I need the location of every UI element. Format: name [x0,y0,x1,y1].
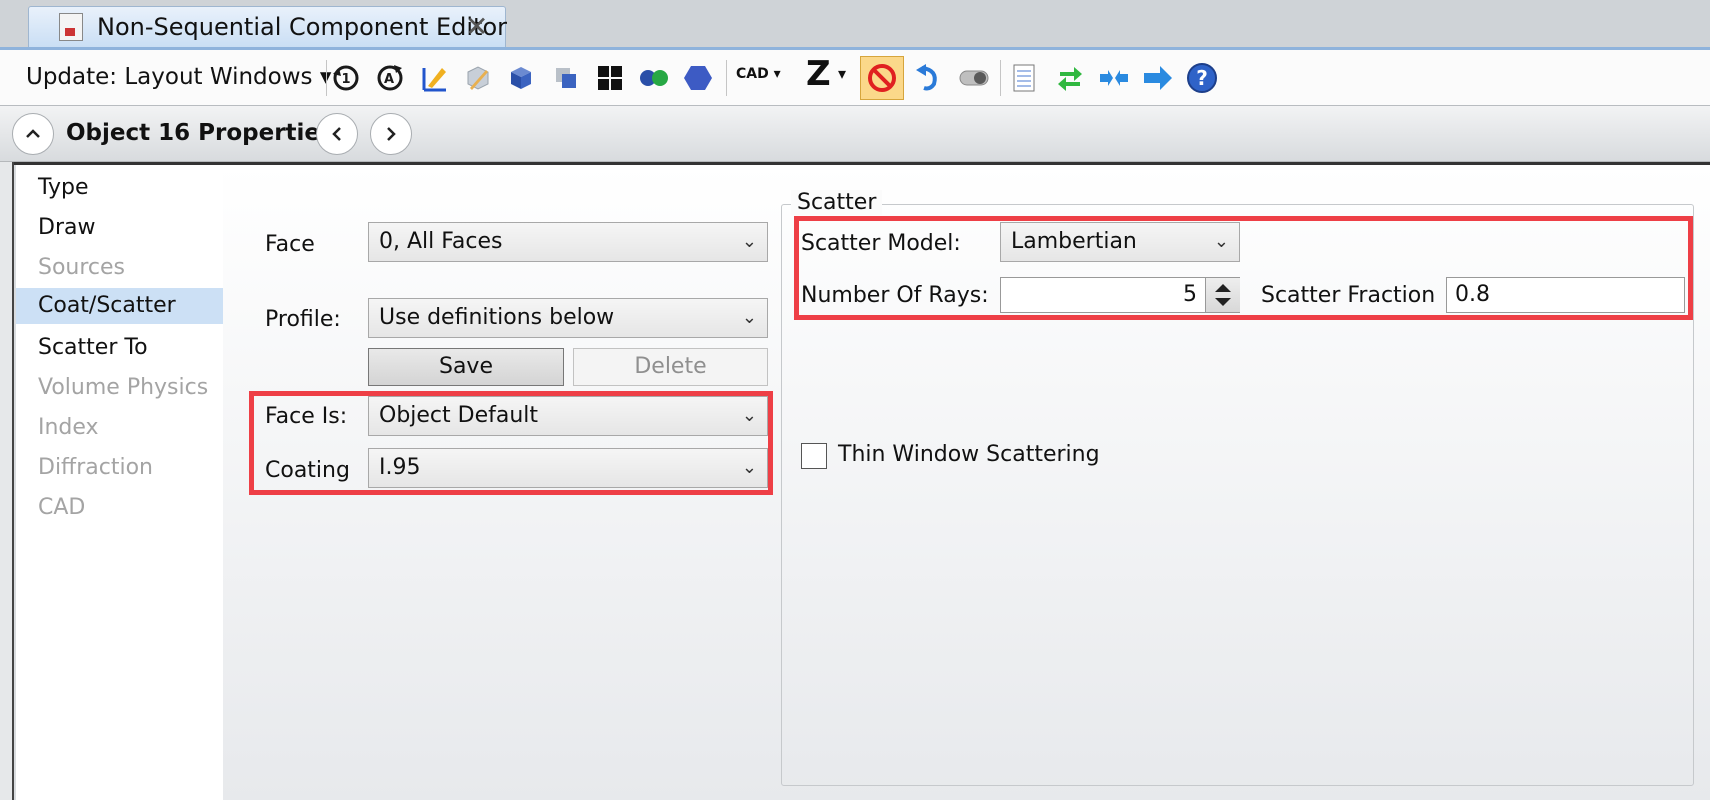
undo-icon[interactable] [912,62,944,94]
solid-cube-icon[interactable] [505,62,537,94]
help-icon[interactable]: ? [1186,62,1218,94]
grid-icon[interactable] [594,62,626,94]
profile-value: Use definitions below [379,305,615,330]
face-dropdown[interactable]: 0, All Faces ⌄ [368,222,768,262]
scatter-fraction-label: Scatter Fraction [1261,283,1436,308]
face-value: 0, All Faces [379,229,503,254]
cad-dropdown[interactable]: CAD ▾ [736,66,781,82]
object-header-bar: Object 16 Properties [0,106,1710,162]
delete-button: Delete [573,348,768,386]
document-icon [59,13,83,41]
chevron-down-icon: ⌄ [1213,231,1229,252]
next-object-button[interactable] [370,113,412,155]
scatter-model-value: Lambertian [1011,229,1137,254]
face-is-label: Face Is: [265,404,348,429]
nav-item-diffraction: Diffraction [38,455,153,480]
thin-window-scattering-label: Thin Window Scattering [838,442,1100,467]
scatter-model-dropdown[interactable]: Lambertian ⌄ [1000,222,1240,262]
chevron-up-icon [26,129,40,138]
swap-icon[interactable] [1054,62,1086,94]
twin-spheres-icon[interactable] [638,62,670,94]
face-is-dropdown[interactable]: Object Default ⌄ [368,396,768,436]
nav-item-sources: Sources [38,255,126,280]
nav-item-type[interactable]: Type [16,170,223,206]
toolbar: Update: Layout Windows ▾ 1 A CAD ▾ Z ▾ ? [0,50,1710,106]
chevron-right-icon [387,127,396,141]
previous-object-button[interactable] [316,113,358,155]
coating-label: Coating [265,458,350,483]
nav-item-coat-scatter[interactable]: Coat/Scatter [16,288,223,324]
ignore-object-icon [868,64,896,92]
page-title: Object 16 Properties [66,120,334,146]
svg-text:A: A [384,72,394,87]
update-layout-dropdown[interactable]: Update: Layout Windows ▾ [26,64,331,90]
scatter-fraction-input[interactable]: 0.8 [1446,277,1685,313]
chevron-down-icon: ⌄ [741,231,757,252]
tab-nsc-editor[interactable]: Non-Sequential Component Editor ✕ [28,6,508,48]
face-is-value: Object Default [379,403,539,428]
chevron-left-icon [332,127,341,141]
auto-refresh-icon[interactable]: A [374,62,406,94]
collapse-button[interactable] [12,113,54,155]
toolbar-separator [326,60,327,96]
toolbar-separator [726,60,727,96]
tab-title: Non-Sequential Component Editor [97,13,508,41]
nav-item-index: Index [38,415,99,440]
profile-label: Profile: [265,307,341,332]
hexagon-icon[interactable] [682,62,714,94]
svg-text:?: ? [1196,66,1208,90]
object-icon[interactable] [462,62,494,94]
profile-dropdown[interactable]: Use definitions below ⌄ [368,298,768,338]
nav-item-draw[interactable]: Draw [16,210,223,246]
notes-icon[interactable] [1008,62,1040,94]
nav-item-scatter-to[interactable]: Scatter To [16,330,223,366]
cubes-icon[interactable] [550,62,582,94]
refresh-icon[interactable]: 1 [330,62,362,94]
arrow-right-icon[interactable] [1142,62,1174,94]
scatter-group-title: Scatter [791,190,883,215]
toggle-icon[interactable] [958,62,990,94]
coating-value: I.95 [379,455,421,480]
chevron-down-icon: ⌄ [741,307,757,328]
collapse-icon[interactable] [1098,62,1130,94]
toolbar-separator [1000,60,1001,96]
nav-item-volume-physics: Volume Physics [38,375,209,400]
number-of-rays-stepper[interactable] [1205,278,1240,312]
coating-dropdown[interactable]: I.95 ⌄ [368,448,768,488]
thin-window-scattering-checkbox[interactable] [801,443,827,469]
stepper-arrows-icon [1215,284,1231,306]
z-icon[interactable]: Z [806,54,831,94]
close-icon[interactable]: ✕ [465,10,488,43]
nav-item-cad: CAD [38,495,86,520]
edit-icon[interactable] [418,62,450,94]
svg-text:1: 1 [341,72,350,87]
chevron-down-icon: ⌄ [741,457,757,478]
number-of-rays-input[interactable]: 5 [1000,277,1240,313]
scatter-model-label: Scatter Model: [801,231,961,256]
ignore-object-button[interactable] [860,56,904,100]
chevron-down-icon: ⌄ [741,405,757,426]
save-button[interactable]: Save [368,348,564,386]
number-of-rays-label: Number Of Rays: [801,283,989,308]
face-label: Face [265,232,315,257]
left-border [0,162,14,800]
z-dropdown-caret[interactable]: ▾ [838,64,846,83]
